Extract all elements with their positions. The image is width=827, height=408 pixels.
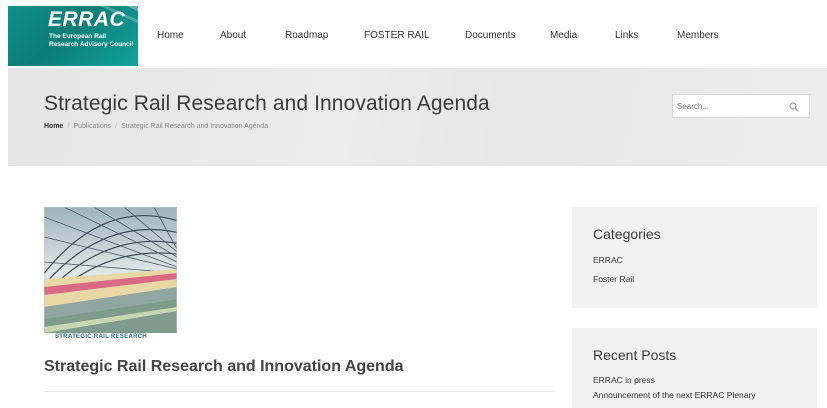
page-title-band: Strategic Rail Research and Innovation A… [8, 68, 827, 166]
logo-tagline: The European Rail Research Advisory Coun… [49, 33, 134, 48]
site-header: ERRAC The European Rail Research Advisor… [0, 0, 827, 68]
category-link[interactable]: Foster Rail [593, 274, 634, 284]
category-link[interactable]: ERRAC [593, 255, 623, 265]
categories-widget: Categories ERRAC Foster Rail [572, 207, 817, 308]
nav-home[interactable]: Home [157, 30, 184, 41]
breadcrumb-separator: / [115, 123, 118, 130]
nav-links[interactable]: Links [615, 30, 638, 41]
nav-about[interactable]: About [220, 30, 246, 41]
divider [44, 391, 554, 392]
nav-documents[interactable]: Documents [465, 30, 516, 41]
recent-post-link[interactable]: Announcement of the next ERRAC Plenary [593, 390, 756, 400]
recent-post-link[interactable]: ERRAC in press [593, 375, 655, 385]
breadcrumb: Home / Publications / Strategic Rail Researc… [44, 123, 268, 130]
recent-posts-title: Recent Posts [593, 347, 677, 363]
breadcrumb-separator: / [67, 123, 70, 130]
recent-posts-widget: Recent Posts ERRAC in press Announcement… [572, 328, 817, 408]
thumbnail-caption-text: STRATEGIC RAIL RESEARCH [55, 334, 148, 340]
article-thumbnail[interactable] [44, 207, 177, 340]
thumbnail-caption: STRATEGIC RAIL RESEARCH [44, 333, 177, 341]
page-title: Strategic Rail Research and Innovation A… [44, 92, 490, 115]
search-icon[interactable] [789, 102, 799, 112]
article-title[interactable]: Strategic Rail Research and Innovation A… [44, 358, 404, 376]
categories-title: Categories [593, 226, 661, 242]
nav-foster-rail[interactable]: FOSTER RAIL [364, 30, 430, 41]
nav-media[interactable]: Media [550, 30, 577, 41]
logo-brand: ERRAC [48, 8, 126, 31]
breadcrumb-publications[interactable]: Publications [73, 123, 111, 130]
search-box [672, 94, 810, 118]
search-input[interactable] [677, 98, 782, 114]
nav-members[interactable]: Members [677, 30, 719, 41]
station-image [44, 207, 177, 340]
nav-roadmap[interactable]: Roadmap [285, 30, 328, 41]
breadcrumb-current: Strategic Rail Research and Innovation A… [121, 123, 269, 130]
errac-logo[interactable]: ERRAC The European Rail Research Advisor… [8, 6, 138, 66]
breadcrumb-home[interactable]: Home [44, 123, 63, 130]
